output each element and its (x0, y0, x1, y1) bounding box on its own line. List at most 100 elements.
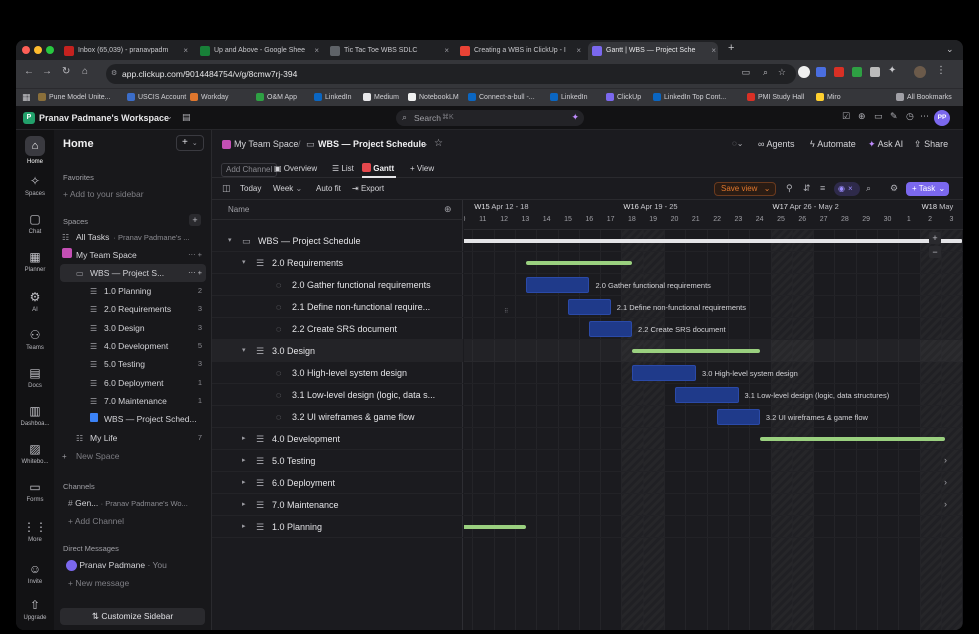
save-view-button[interactable]: Save view ⌄ (714, 182, 777, 196)
apps-icon[interactable]: ⋯ (920, 111, 929, 122)
close-tab-icon[interactable]: × (576, 42, 581, 60)
task-bar[interactable] (717, 409, 760, 425)
notes-icon[interactable]: ✎ (890, 111, 898, 122)
folder-row[interactable]: ▾ ▭ WBS — Project Schedule (212, 230, 463, 252)
list-row[interactable]: ▸ ☰ 7.0 Maintenance (212, 494, 463, 516)
bookmark-item[interactable]: Pune Model Unite... (38, 89, 110, 106)
home-icon[interactable]: ⌂ (82, 66, 88, 77)
plus-circle-icon[interactable]: ⊕ (858, 111, 866, 122)
bookmark-item[interactable]: Workday (190, 89, 229, 106)
close-tab-icon[interactable]: × (711, 42, 716, 60)
add-to-sidebar-link[interactable]: + Add to your sidebar (63, 189, 144, 199)
add-view-button[interactable]: + View (410, 163, 434, 175)
drag-handle-icon[interactable]: ⠿ (504, 308, 508, 315)
all-bookmarks-folder[interactable]: All Bookmarks (896, 89, 952, 106)
extension-icon[interactable] (852, 67, 862, 77)
browser-tab[interactable]: Creating a WBS in ClickUp - I × (456, 42, 583, 60)
caret-right-icon[interactable]: ▸ (242, 516, 246, 537)
task-bar[interactable] (589, 321, 633, 337)
status-circle-icon[interactable]: ◌ (276, 406, 281, 427)
create-new-button[interactable]: + ⌄ (176, 135, 204, 151)
caret-right-icon[interactable]: ▸ (242, 494, 246, 515)
settings-gear-icon[interactable]: ⚙ (890, 183, 898, 194)
back-icon[interactable]: ← (24, 66, 34, 77)
rail-item-chat[interactable]: ▢ Chat (16, 212, 54, 235)
caret-down-icon[interactable]: ▾ (242, 340, 246, 361)
new-tab-icon[interactable]: + (728, 42, 734, 54)
channel-general[interactable]: # Gen... · Pranav Padmane's Wo... (60, 494, 206, 512)
maximize-window-dot[interactable] (46, 46, 54, 54)
rail-item-teams[interactable]: ⚇ Teams (16, 328, 54, 351)
list-row[interactable]: ▾ ☰ 3.0 Design (212, 340, 463, 362)
task-bar[interactable] (525, 277, 590, 293)
dm-pranav[interactable]: Pranav Padmane · You (60, 556, 206, 574)
sidebar-item-list[interactable]: ☰ 1.0 Planning 2 (60, 282, 206, 300)
sidebar-item-list[interactable]: ☰ 6.0 Deployment 1 (60, 374, 206, 392)
status-circle-icon[interactable]: ◌ (276, 296, 281, 317)
video-icon[interactable]: ▭ (874, 111, 883, 122)
add-column-icon[interactable]: ⊕ (444, 204, 452, 215)
ai-sparkle-icon[interactable]: ✦ (571, 112, 579, 123)
status-circle-icon[interactable]: ◌ (276, 384, 281, 405)
today-button[interactable]: Today (240, 180, 261, 198)
list-row[interactable]: ▸ ☰ 5.0 Testing (212, 450, 463, 472)
bookmark-item[interactable]: NotebookLM (408, 89, 459, 106)
sidebar-item-team-space[interactable]: My Team Space ⋯ + (60, 246, 206, 264)
calendar-icon[interactable]: ▤ (182, 112, 191, 123)
scroll-to-bar-icon[interactable]: › (944, 477, 947, 487)
space-actions-icon[interactable]: ⋯ + (188, 246, 202, 264)
breadcrumb-space[interactable]: My Team Space (234, 139, 298, 149)
sidebar-item-list[interactable]: ☰ 7.0 Maintenance 1 (60, 392, 206, 410)
browser-tab[interactable]: Gantt | WBS — Project Sche × (588, 42, 718, 60)
sidebar-toggle-icon[interactable]: ◫ (222, 183, 231, 194)
caret-right-icon[interactable]: ▸ (242, 428, 246, 449)
profile-icon[interactable] (914, 66, 926, 78)
zoom-out-button[interactable]: − (929, 246, 941, 258)
bookmark-item[interactable]: USCIS Account (127, 89, 186, 106)
caret-right-icon[interactable]: ▸ (242, 472, 246, 493)
summary-bar[interactable] (632, 349, 760, 353)
filter-icon[interactable]: ≡ (820, 183, 825, 193)
bookmark-item[interactable]: O&M App (256, 89, 297, 106)
bookmark-item[interactable]: LinkedIn (550, 89, 587, 106)
rail-item-spaces[interactable]: ✧ Spaces (16, 174, 54, 197)
summary-bar[interactable] (464, 525, 526, 529)
extension-icon[interactable] (798, 66, 810, 78)
extension-icon[interactable] (870, 67, 880, 77)
agents-button[interactable]: ∞ Agents (758, 139, 794, 149)
autofit-button[interactable]: Auto fit (316, 180, 341, 198)
sidebar-item-doc[interactable]: WBS — Project Sched... (60, 410, 206, 428)
task-bar[interactable] (632, 365, 696, 381)
task-row[interactable]: ◌ 3.2 UI wireframes & game flow (212, 406, 463, 428)
task-row[interactable]: ◌ 3.1 Low-level design (logic, data s... (212, 384, 463, 406)
task-bar[interactable] (568, 299, 611, 315)
sidebar-item-list[interactable]: ☰ 2.0 Requirements 3 (60, 300, 206, 318)
rail-item-ai[interactable]: ⚙ AI (16, 290, 54, 313)
tab-overview[interactable]: ▣ Overview (274, 163, 317, 175)
bookmark-item[interactable]: Connect-a-bull -... (468, 89, 535, 106)
chevron-down-icon[interactable]: ⌄ (422, 139, 429, 148)
chat-icon[interactable]: ◌⌄ (732, 139, 743, 148)
add-space-button[interactable]: + (189, 214, 201, 226)
add-task-button[interactable]: + Task ⌄ (906, 182, 950, 196)
tab-list[interactable]: ☰ List (332, 163, 354, 175)
export-button[interactable]: ⇥ Export (352, 180, 384, 198)
caret-down-icon[interactable]: ▾ (242, 252, 246, 273)
rail-item-planner[interactable]: ▦ Planner (16, 250, 54, 273)
search-input[interactable]: ⌕ Search ⌘K ✦ (396, 110, 584, 126)
scroll-to-bar-icon[interactable]: › (944, 455, 947, 465)
sort-icon[interactable]: ⇵ (803, 183, 811, 194)
ask-ai-button[interactable]: ✦ Ask AI (868, 139, 903, 150)
tab-search-icon[interactable]: ⌄ (946, 44, 954, 55)
folder-actions-icon[interactable]: ⋯ + (188, 264, 202, 282)
close-window-dot[interactable] (22, 46, 30, 54)
bookmark-item[interactable]: LinkedIn (314, 89, 351, 106)
favorite-star-icon[interactable]: ☆ (434, 138, 443, 149)
week-dropdown[interactable]: Week ⌄ (273, 180, 302, 198)
sidebar-item-list[interactable]: ☰ 3.0 Design 3 (60, 319, 206, 337)
install-icon[interactable]: ▭ (741, 67, 750, 78)
customize-sidebar-button[interactable]: ⇅ Customize Sidebar (60, 608, 205, 625)
user-avatar[interactable]: PP (934, 110, 950, 126)
close-tab-icon[interactable]: × (183, 42, 188, 60)
breadcrumb-folder[interactable]: WBS — Project Schedule (318, 139, 426, 149)
